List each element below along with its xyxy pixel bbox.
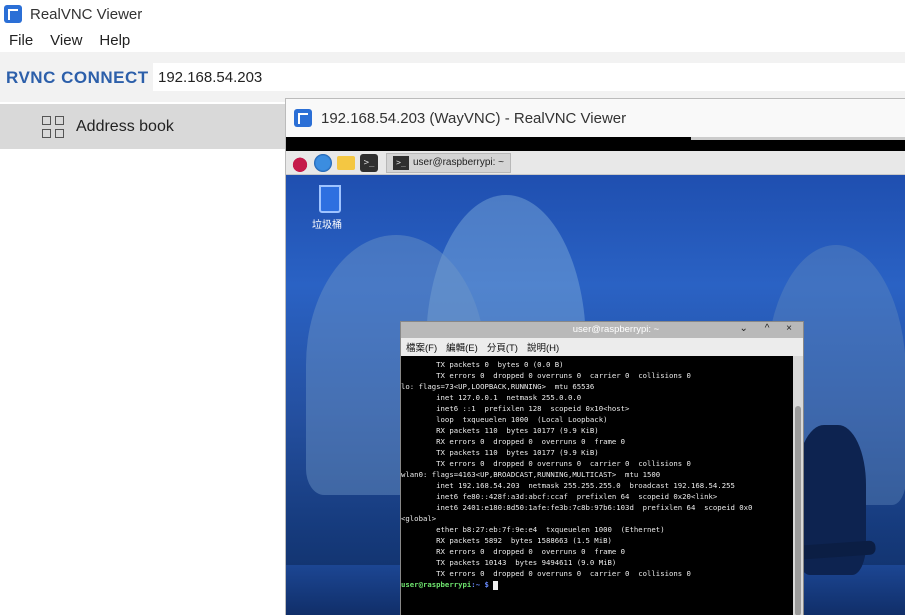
trash-can-icon: [319, 185, 341, 213]
terminal-window-controls[interactable]: ⌄ ^ ×: [740, 323, 799, 334]
remote-top-strip: [286, 137, 905, 151]
realvnc-logo-icon: [4, 5, 22, 23]
address-input[interactable]: [153, 63, 905, 91]
terminal-line: TX packets 110 bytes 10177 (9.9 KiB): [401, 448, 599, 457]
terminal-line: inet6 ::1 prefixlen 128 scopeid 0x10<hos…: [401, 404, 630, 413]
terminal-line: RX errors 0 dropped 0 overruns 0 frame 0: [401, 437, 626, 446]
file-manager-folder-icon[interactable]: [337, 155, 355, 170]
prompt-path: :~ $: [471, 580, 489, 589]
terminal-output[interactable]: TX packets 0 bytes 0 (0.0 B) TX errors 0…: [401, 356, 793, 615]
terminal-menu-edit[interactable]: 編輯(E): [446, 340, 478, 354]
terminal-line: inet6 2401:e180:8d50:1afe:fe3b:7c8b:97b6…: [401, 503, 753, 512]
raspberry-menu-icon[interactable]: [291, 153, 309, 172]
menu-view[interactable]: View: [50, 32, 82, 49]
sidebar-item-address-book[interactable]: Address book: [0, 104, 290, 149]
pi-taskbar: >_ >_ user@raspberrypi: ~: [286, 151, 905, 175]
remote-session-window[interactable]: 192.168.54.203 (WayVNC) - RealVNC Viewer…: [285, 98, 905, 615]
terminal-line: inet6 fe80::428f:a3d:abcf:ccaf prefixlen…: [401, 492, 718, 501]
desktop-trash-shortcut[interactable]: 垃圾桶: [312, 185, 346, 231]
terminal-line: wlan0: flags=4163<UP,BROADCAST,RUNNING,M…: [401, 470, 661, 479]
taskbar-task-label: user@raspberrypi: ~: [413, 157, 505, 168]
menu-file[interactable]: File: [9, 32, 33, 49]
connect-bar: RVNC CONNECT: [0, 52, 905, 102]
terminal-prompt-line: user@raspberrypi:~ $: [401, 579, 793, 590]
terminal-line: <global>: [401, 514, 437, 523]
prompt-user: user@raspberrypi: [401, 580, 472, 589]
terminal-line: TX packets 0 bytes 0 (0.0 B): [401, 360, 564, 369]
terminal-line: TX errors 0 dropped 0 overruns 0 carrier…: [401, 569, 691, 578]
realvnc-logo-icon: [294, 109, 312, 127]
menu-bar: File View Help: [0, 28, 905, 52]
terminal-line: TX errors 0 dropped 0 overruns 0 carrier…: [401, 371, 691, 380]
pi-desktop[interactable]: 垃圾桶 user@raspberrypi: ~ ⌄ ^ × 檔案(F) 編輯(E…: [286, 175, 905, 615]
terminal-launcher-icon[interactable]: >_: [360, 153, 378, 172]
terminal-scrollbar-thumb[interactable]: [795, 406, 801, 615]
terminal-menubar: 檔案(F) 編輯(E) 分頁(T) 說明(H): [401, 338, 803, 356]
app-titlebar: RealVNC Viewer: [0, 0, 905, 28]
terminal-line: ether b8:27:eb:7f:9e:e4 txqueuelen 1000 …: [401, 525, 665, 534]
terminal-menu-tabs[interactable]: 分頁(T): [487, 340, 518, 354]
terminal-menu-help[interactable]: 說明(H): [527, 340, 559, 354]
terminal-icon: >_: [393, 155, 409, 170]
trash-label: 垃圾桶: [312, 220, 342, 231]
terminal-line: RX packets 5892 bytes 1588663 (1.5 MiB): [401, 536, 612, 545]
browser-globe-icon[interactable]: [314, 153, 332, 172]
sidebar-item-label: Address book: [76, 117, 174, 135]
terminal-line: TX packets 10143 bytes 9494611 (9.0 MiB): [401, 558, 617, 567]
terminal-line: inet 127.0.0.1 netmask 255.0.0.0: [401, 393, 582, 402]
menu-help[interactable]: Help: [99, 32, 130, 49]
taskbar-terminal-button[interactable]: >_ user@raspberrypi: ~: [386, 152, 512, 173]
terminal-line: RX errors 0 dropped 0 overruns 0 frame 0: [401, 547, 626, 556]
terminal-line: TX errors 0 dropped 0 overruns 0 carrier…: [401, 459, 691, 468]
grid-icon: [42, 115, 64, 138]
remote-window-titlebar[interactable]: 192.168.54.203 (WayVNC) - RealVNC Viewer: [286, 99, 905, 137]
terminal-line: loop txqueuelen 1000 (Local Loopback): [401, 415, 608, 424]
remote-window-title: 192.168.54.203 (WayVNC) - RealVNC Viewer: [321, 109, 627, 127]
terminal-line: inet 192.168.54.203 netmask 255.255.255.…: [401, 481, 735, 490]
terminal-menu-file[interactable]: 檔案(F): [406, 340, 437, 354]
terminal-titlebar[interactable]: user@raspberrypi: ~ ⌄ ^ ×: [401, 322, 803, 338]
terminal-cursor: [493, 580, 499, 590]
rvnc-connect-logo: RVNC CONNECT: [6, 68, 149, 87]
terminal-window[interactable]: user@raspberrypi: ~ ⌄ ^ × 檔案(F) 編輯(E) 分頁…: [400, 321, 804, 615]
terminal-line: RX packets 110 bytes 10177 (9.9 KiB): [401, 426, 599, 435]
app-title: RealVNC Viewer: [30, 5, 143, 23]
terminal-scrollbar[interactable]: [793, 356, 803, 615]
realvnc-viewer-app: RealVNC Viewer File View Help RVNC CONNE…: [0, 0, 905, 615]
terminal-line: lo: flags=73<UP,LOOPBACK,RUNNING> mtu 65…: [401, 382, 595, 391]
